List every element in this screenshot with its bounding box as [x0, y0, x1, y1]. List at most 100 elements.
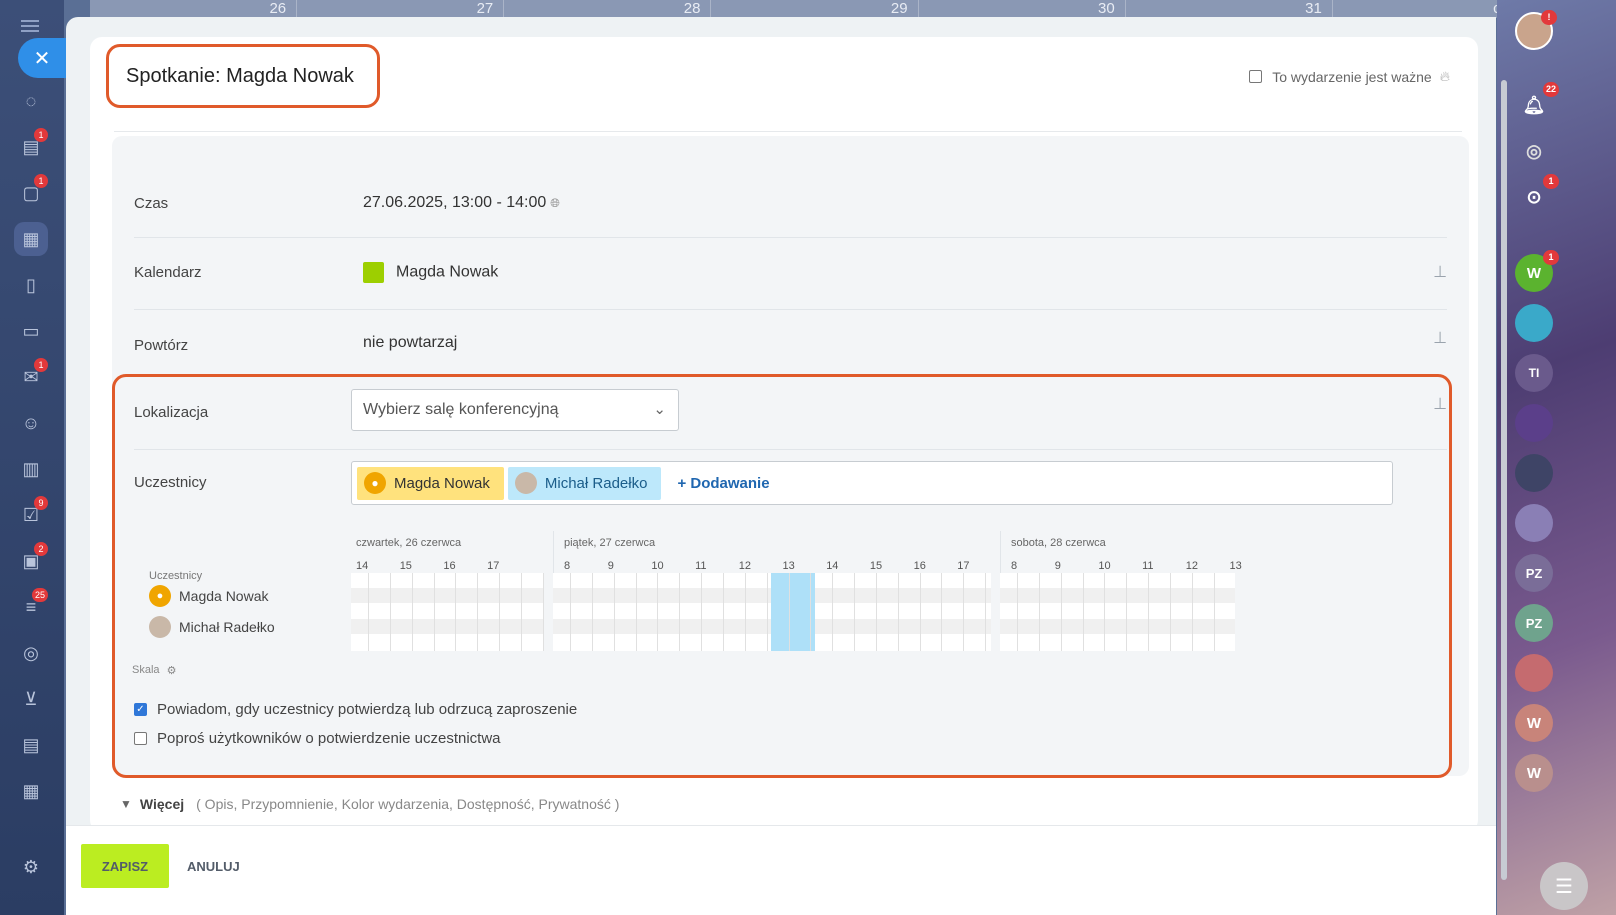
selected-time-slot[interactable]	[771, 573, 815, 651]
timeline-hour-label: 17	[957, 560, 970, 572]
close-icon: ✕	[33, 47, 51, 70]
add-attendee-link[interactable]: + Dodawanie	[677, 475, 769, 492]
spiral-icon[interactable]: ◎	[1515, 132, 1553, 170]
timeline-gridline	[570, 573, 571, 651]
timeline-day-label: piątek, 27 czerwca	[564, 537, 656, 549]
menu-icon[interactable]	[21, 20, 39, 32]
pz-avatar-2[interactable]: PZ	[1515, 604, 1553, 642]
repeat-label: Powtórz	[134, 337, 189, 354]
notify-checkbox[interactable]: ✓	[134, 703, 147, 716]
bg-day: 27	[297, 0, 505, 18]
timeline-gridline	[520, 573, 522, 651]
tasks-icon[interactable]: ▤ 1	[14, 128, 48, 164]
important-toggle[interactable]: To wydarzenie jest ważne 🔥︎	[1249, 68, 1450, 85]
mail-badge: 1	[34, 358, 48, 372]
workgroup-avatar[interactable]: W1	[1515, 250, 1559, 292]
timeline-gridline	[1060, 573, 1062, 651]
group-chat-avatar[interactable]	[1515, 304, 1553, 342]
chat-icon[interactable]: ▢ 1	[14, 174, 48, 210]
timeline-gridline	[701, 573, 703, 651]
repeat-value[interactable]: nie powtarzaj	[363, 334, 457, 352]
pz-avatar[interactable]: PZ	[1515, 554, 1553, 592]
cancel-button[interactable]: ANULUJ	[187, 844, 240, 888]
drive-icon[interactable]: ▭	[14, 314, 48, 348]
timeline-gridline	[389, 573, 391, 651]
save-button[interactable]: ZAPISZ	[81, 844, 169, 888]
open-channel-avatar[interactable]	[1515, 404, 1553, 442]
timeline-gridline	[679, 573, 681, 651]
timeline-gridline	[854, 573, 856, 651]
chat-list-button[interactable]: ☰	[1540, 862, 1588, 910]
timeline-gridline	[1191, 573, 1193, 651]
bell-icon[interactable]: 🔔︎ 22	[1515, 82, 1559, 124]
timeline-gridline	[766, 573, 768, 651]
bg-day: 29	[711, 0, 919, 18]
team-avatar[interactable]: TI	[1515, 354, 1553, 392]
notifications-badge: 22	[1542, 82, 1559, 97]
timeline-hour-label: 11	[695, 560, 707, 572]
city-avatar[interactable]	[1515, 454, 1553, 492]
event-title[interactable]: Spotkanie: Magda Nowak	[106, 44, 380, 108]
gear-icon[interactable]: ⚙	[167, 665, 177, 677]
timeline-gridline	[368, 573, 369, 651]
timeline-gridline	[722, 573, 724, 651]
attendee-chip[interactable]: Michał Radełko	[507, 466, 662, 500]
chat-search-icon[interactable]: ⊙ 1	[1515, 174, 1559, 216]
close-dialog-button[interactable]: ✕	[18, 38, 66, 78]
pin-icon[interactable]: ⊥	[1433, 394, 1447, 414]
more-options-list: ( Opis, Przypomnienie, Kolor wydarzenia,…	[196, 796, 620, 812]
timeline-gridline	[1104, 573, 1106, 651]
event-edit-panel: Spotkanie: Magda Nowak To wydarzenie jes…	[66, 17, 1496, 915]
pin-icon[interactable]: ⊥	[1433, 262, 1447, 282]
bg-day: 28	[504, 0, 712, 18]
timeline-hour-label: 10	[1098, 560, 1111, 572]
timeline-grid-day2[interactable]	[553, 573, 991, 651]
dialog-footer: ZAPISZ ANULUJ	[66, 825, 1496, 915]
cart-icon[interactable]: ⊻	[14, 682, 48, 716]
notify-option[interactable]: ✓ Powiadom, gdy uczestnicy potwierdzą lu…	[134, 701, 577, 718]
target-icon[interactable]: ◎	[14, 636, 48, 670]
timeline-grid-day1[interactable]	[351, 573, 544, 651]
schedule-icon[interactable]: ▦	[14, 774, 48, 808]
w-avatar-2[interactable]: W	[1515, 754, 1553, 792]
confirm-checkbox[interactable]	[134, 732, 147, 745]
timeline-gridline	[963, 573, 965, 651]
timeline-user: Michał Radełko	[149, 616, 275, 638]
panel-scrollbar[interactable]	[1501, 80, 1507, 880]
video-call-avatar[interactable]	[1515, 654, 1553, 692]
w-avatar[interactable]: W	[1515, 704, 1553, 742]
user-avatar[interactable]: !	[1515, 10, 1557, 50]
time-row: Czas 27.06.2025, 13:00 - 14:00 🌐︎	[134, 194, 1447, 238]
time-value[interactable]: 27.06.2025, 13:00 - 14:00 🌐︎	[363, 194, 560, 212]
more-options-toggle[interactable]: ▼ Więcej ( Opis, Przypomnienie, Kolor wy…	[120, 796, 619, 812]
timeline-grid-day3[interactable]	[1000, 573, 1235, 651]
scale-control[interactable]: Skala ⚙	[132, 664, 176, 677]
feed-icon[interactable]: ◌	[14, 84, 48, 118]
important-checkbox[interactable]	[1249, 70, 1263, 83]
timeline-gridline	[941, 573, 943, 651]
store-icon[interactable]: ▤	[14, 728, 48, 762]
pin-icon[interactable]: ⊥	[1433, 328, 1447, 348]
bg-day: 26	[90, 0, 298, 18]
timezone-globe-icon[interactable]: 🌐︎	[550, 196, 560, 210]
attendees-label: Uczestnicy	[134, 474, 207, 491]
timeline-gridline	[477, 573, 479, 651]
mail-icon[interactable]: ✉ 1	[14, 358, 48, 394]
checklist-icon[interactable]: ☑ 9	[14, 496, 48, 532]
workgroup-badge: 1	[1543, 250, 1559, 265]
calendar-value[interactable]: Magda Nowak	[363, 262, 498, 283]
attendee-chip[interactable]: ● Magda Nowak	[357, 466, 504, 500]
calendar-icon[interactable]: ▦	[14, 222, 48, 256]
settings-gear-icon[interactable]: ⚙	[14, 850, 48, 884]
document-icon[interactable]: ▯	[14, 268, 48, 302]
group-avatar[interactable]	[1515, 504, 1553, 542]
divider	[134, 237, 1447, 238]
filter-icon[interactable]: ≡ 25	[14, 588, 48, 624]
board-icon[interactable]: ▥	[14, 452, 48, 486]
confirm-option[interactable]: Poproś użytkowników o potwierdzenie ucze…	[134, 730, 501, 747]
people-icon[interactable]: ☺	[14, 406, 48, 440]
location-select[interactable]: Wybierz salę konferencyjną ⌄	[351, 389, 679, 431]
attendees-field[interactable]: ● Magda Nowak Michał Radełko + Dodawanie	[351, 461, 1393, 505]
contact-card-icon[interactable]: ▣ 2	[14, 542, 48, 578]
timeline-gridline	[788, 573, 790, 651]
